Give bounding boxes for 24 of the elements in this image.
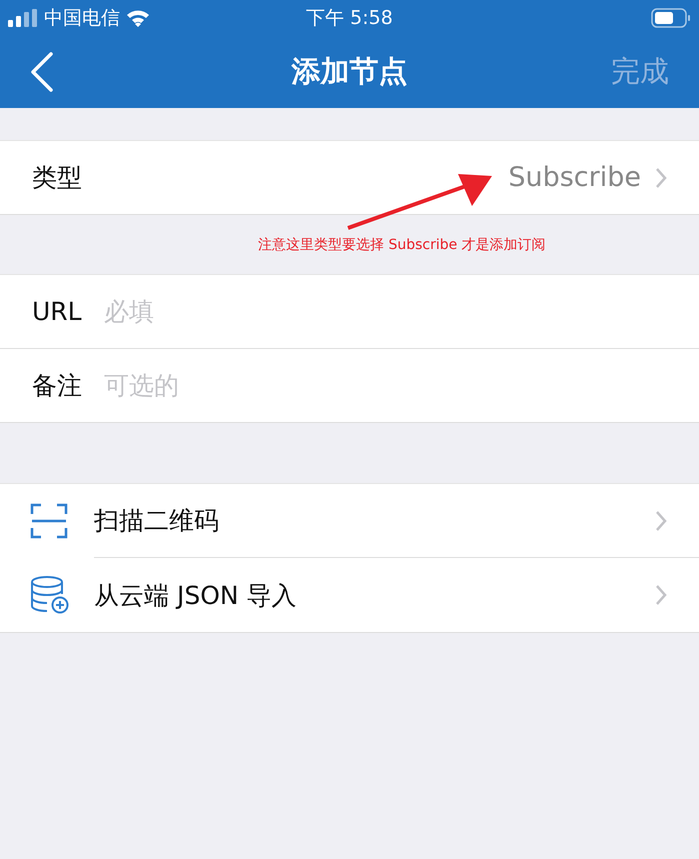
page-title: 添加节点	[292, 52, 408, 90]
action-row[interactable]: 扫描二维码	[0, 484, 699, 558]
wifi-icon	[126, 8, 150, 26]
scan-icon	[30, 503, 68, 539]
status-time: 下午 5:58	[306, 6, 393, 30]
back-button[interactable]	[30, 52, 54, 92]
type-label: 类型	[32, 162, 82, 194]
input-field[interactable]: 可选的	[104, 349, 699, 422]
chevron-icon	[655, 510, 667, 532]
field-label: 备注	[0, 349, 104, 422]
battery-icon	[651, 8, 691, 28]
database-add-icon	[30, 576, 70, 614]
action-label: 从云端 JSON 导入	[94, 580, 298, 612]
action-label: 扫描二维码	[94, 505, 220, 537]
type-value: Subscribe	[508, 162, 641, 193]
annotation-note: 注意这里类型要选择 Subscribe 才是添加订阅	[258, 236, 546, 254]
carrier-name: 中国电信	[44, 6, 120, 30]
action-row[interactable]: 从云端 JSON 导入	[0, 558, 699, 632]
field-label: URL	[0, 275, 104, 348]
type-row[interactable]: 类型 Subscribe	[0, 140, 699, 215]
chevron-icon	[655, 166, 667, 188]
input-field[interactable]: 必填	[104, 275, 699, 348]
chevron-icon	[655, 584, 667, 606]
signal-icon	[8, 8, 38, 26]
